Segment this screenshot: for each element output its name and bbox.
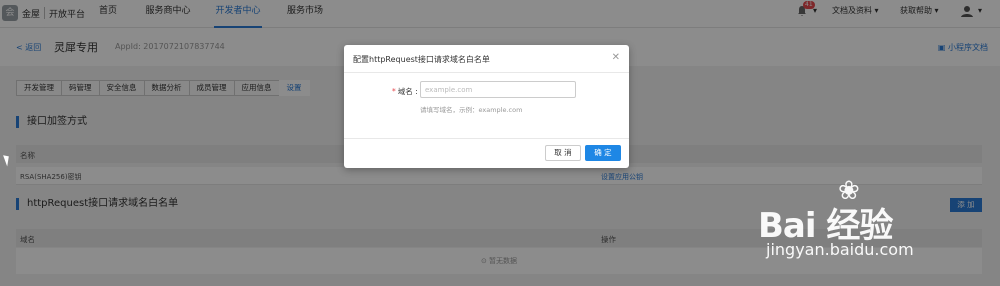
dialog-divider <box>344 72 629 73</box>
domain-hint: 请填写域名，示例：example.com <box>420 106 523 114</box>
domain-label-text: 域名 : <box>397 87 418 96</box>
domain-input[interactable] <box>420 81 576 98</box>
baidu-watermark: ❀ Bai 经验 jingyan.baidu.com <box>758 172 998 286</box>
close-icon[interactable]: ✕ <box>612 52 620 63</box>
whitelist-dialog: 配置httpRequest接口请求域名白名单 ✕ *域名 : 请填写域名，示例：… <box>344 45 629 168</box>
required-marker: * <box>392 87 396 96</box>
dialog-footer-divider <box>344 138 629 139</box>
confirm-button[interactable]: 确 定 <box>585 145 621 161</box>
dialog-title: 配置httpRequest接口请求域名白名单 <box>353 55 490 64</box>
watermark-url: jingyan.baidu.com <box>766 240 914 259</box>
domain-label: * 域名 : <box>392 86 418 97</box>
cancel-button[interactable]: 取 消 <box>545 145 581 161</box>
